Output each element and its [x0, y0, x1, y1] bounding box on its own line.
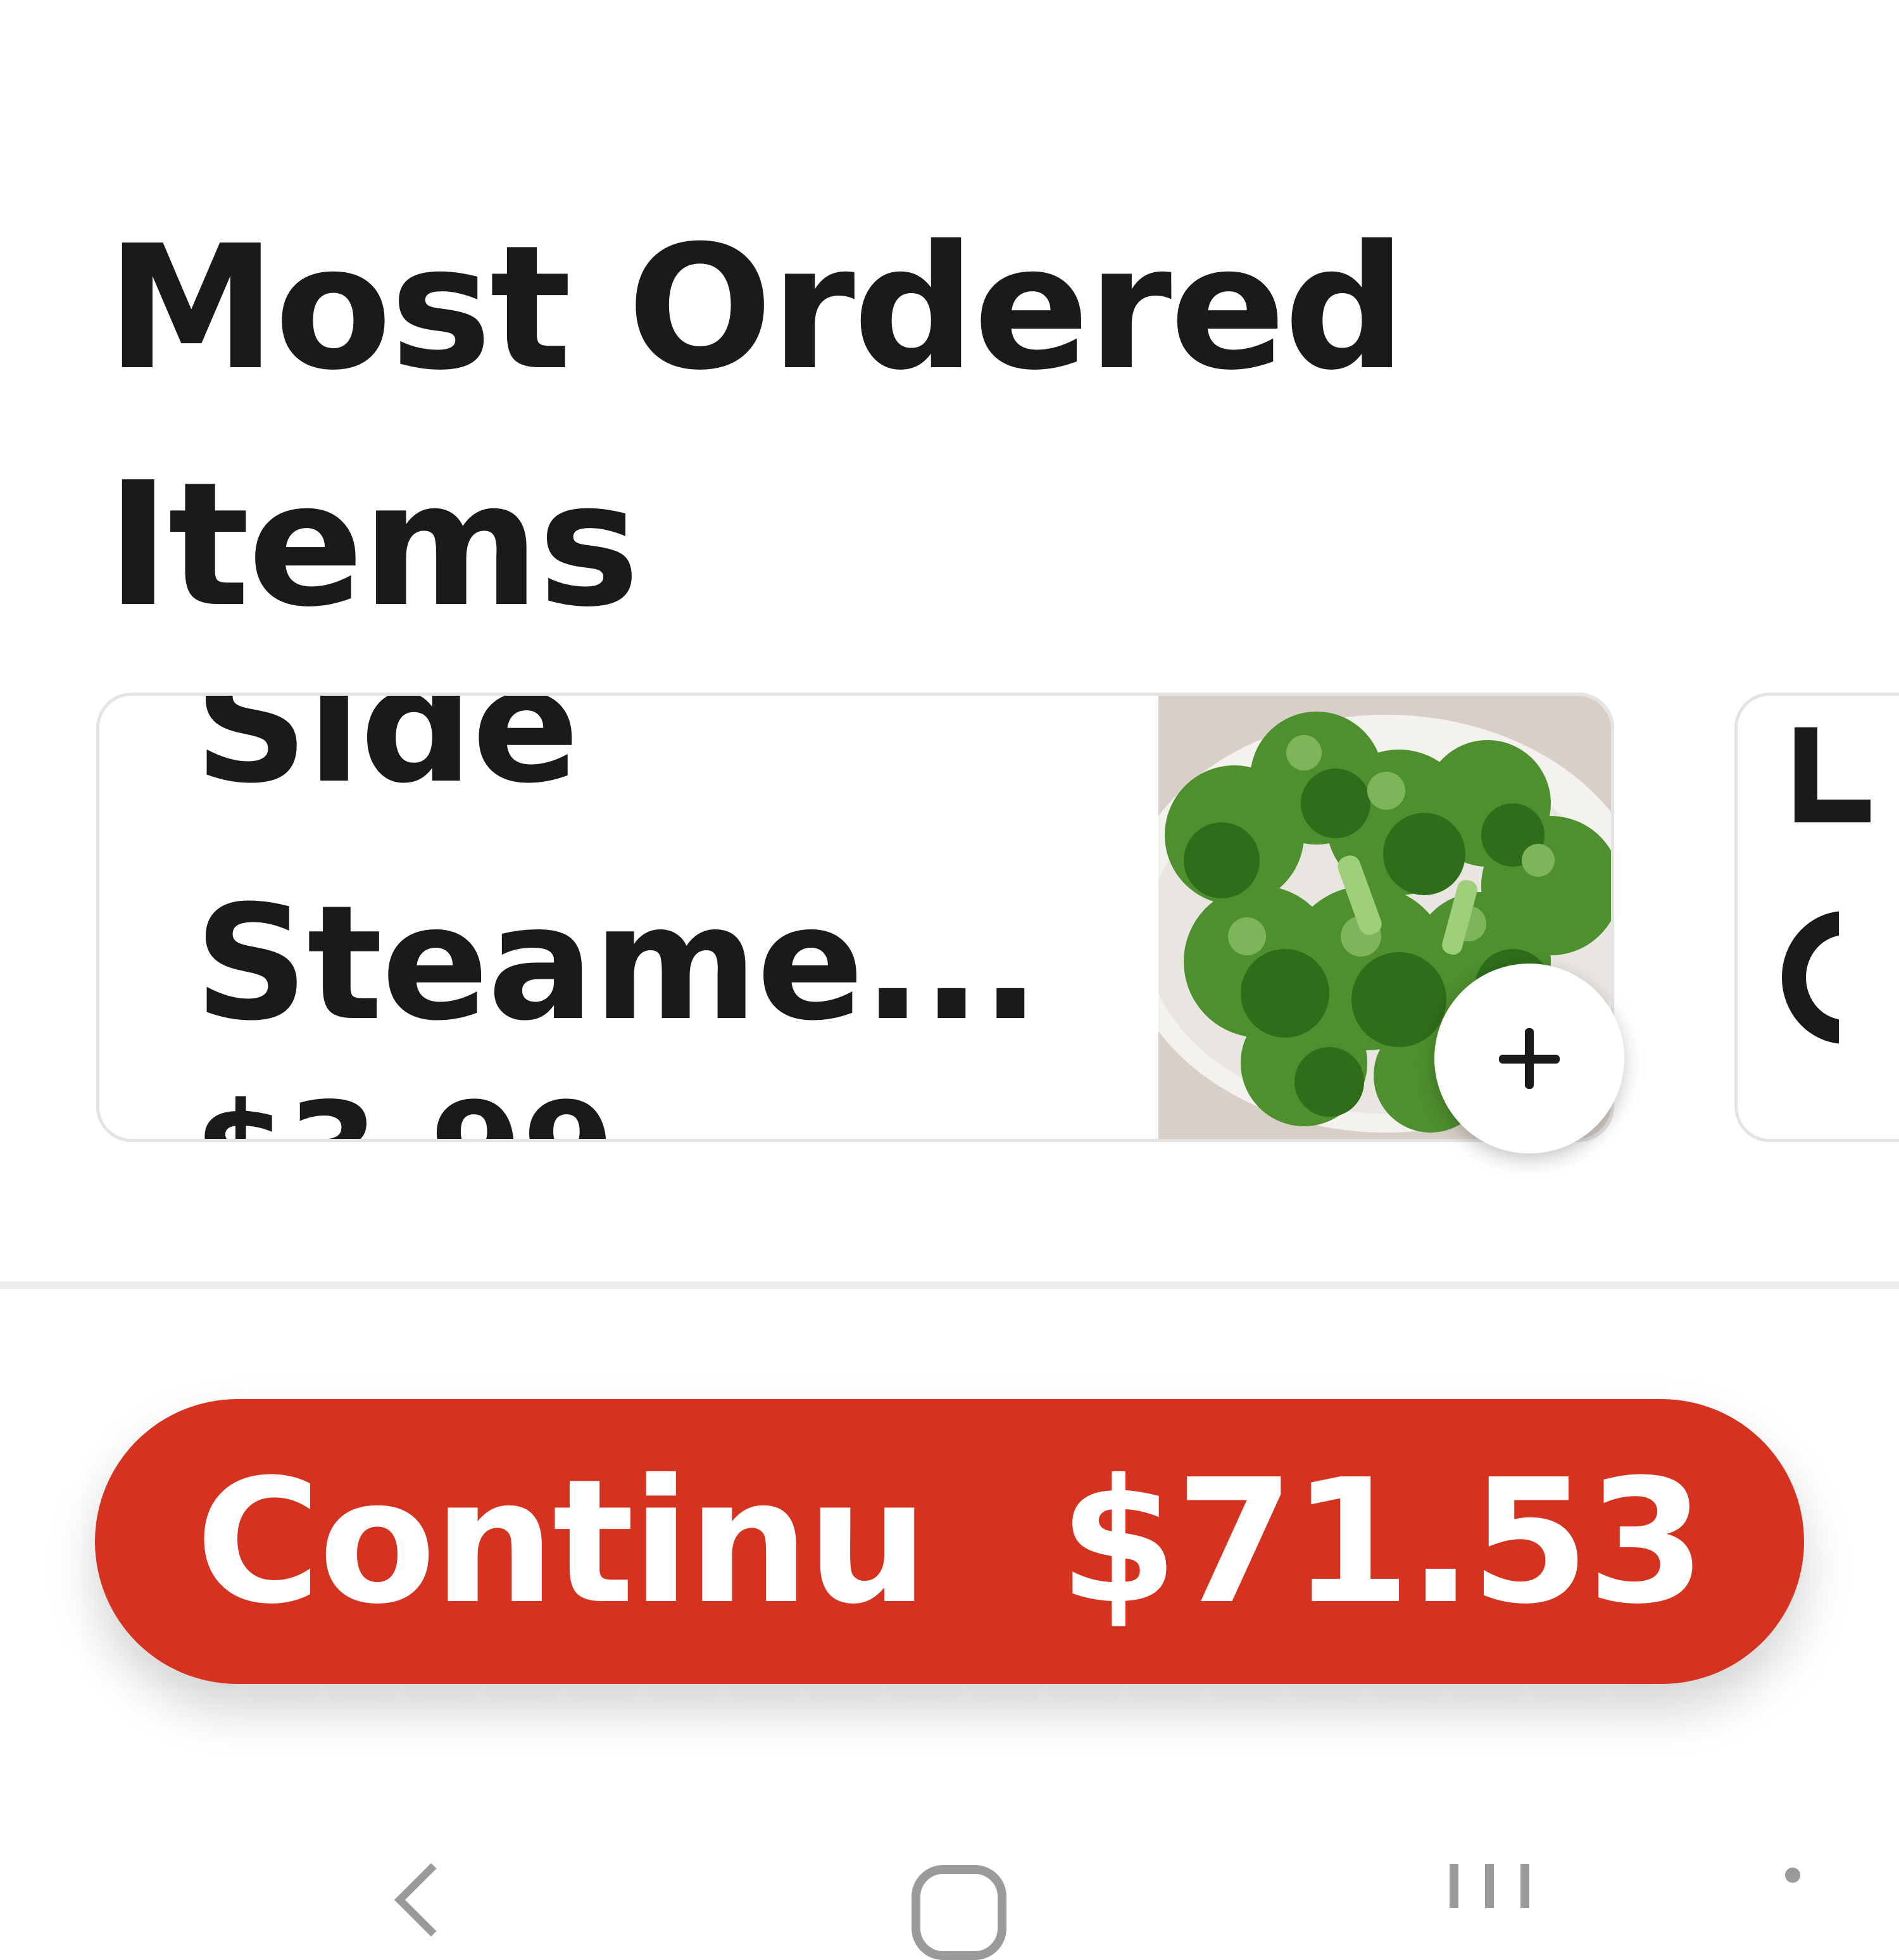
menu-item-name-partial [1795, 727, 1871, 822]
menu-item-name: Side Steame... [194, 696, 1041, 1055]
menu-item-card[interactable]: Side Steame... $3.99 [96, 693, 1614, 1142]
home-icon[interactable] [912, 1865, 1006, 1960]
divider [0, 1281, 1899, 1289]
section-title: Most Ordered Items [106, 208, 1407, 644]
continue-label: Continu [196, 1442, 929, 1642]
system-navigation-bar [0, 1861, 1899, 1960]
back-icon[interactable] [392, 1861, 449, 1918]
continue-button[interactable]: Continu $71.53 [95, 1399, 1804, 1684]
plus-icon [1499, 1028, 1560, 1089]
more-icon[interactable] [1785, 1868, 1800, 1883]
add-item-button[interactable] [1434, 964, 1624, 1153]
menu-item-info: Side Steame... $3.99 [99, 696, 1150, 1139]
menu-item-card-partial[interactable] [1734, 693, 1899, 1142]
most-ordered-carousel[interactable]: Side Steame... $3.99 [0, 690, 1899, 1184]
order-total: $71.53 [1059, 1442, 1706, 1642]
menu-item-price: $3.99 [194, 1069, 615, 1139]
menu-item-name-partial [1782, 911, 1839, 1044]
